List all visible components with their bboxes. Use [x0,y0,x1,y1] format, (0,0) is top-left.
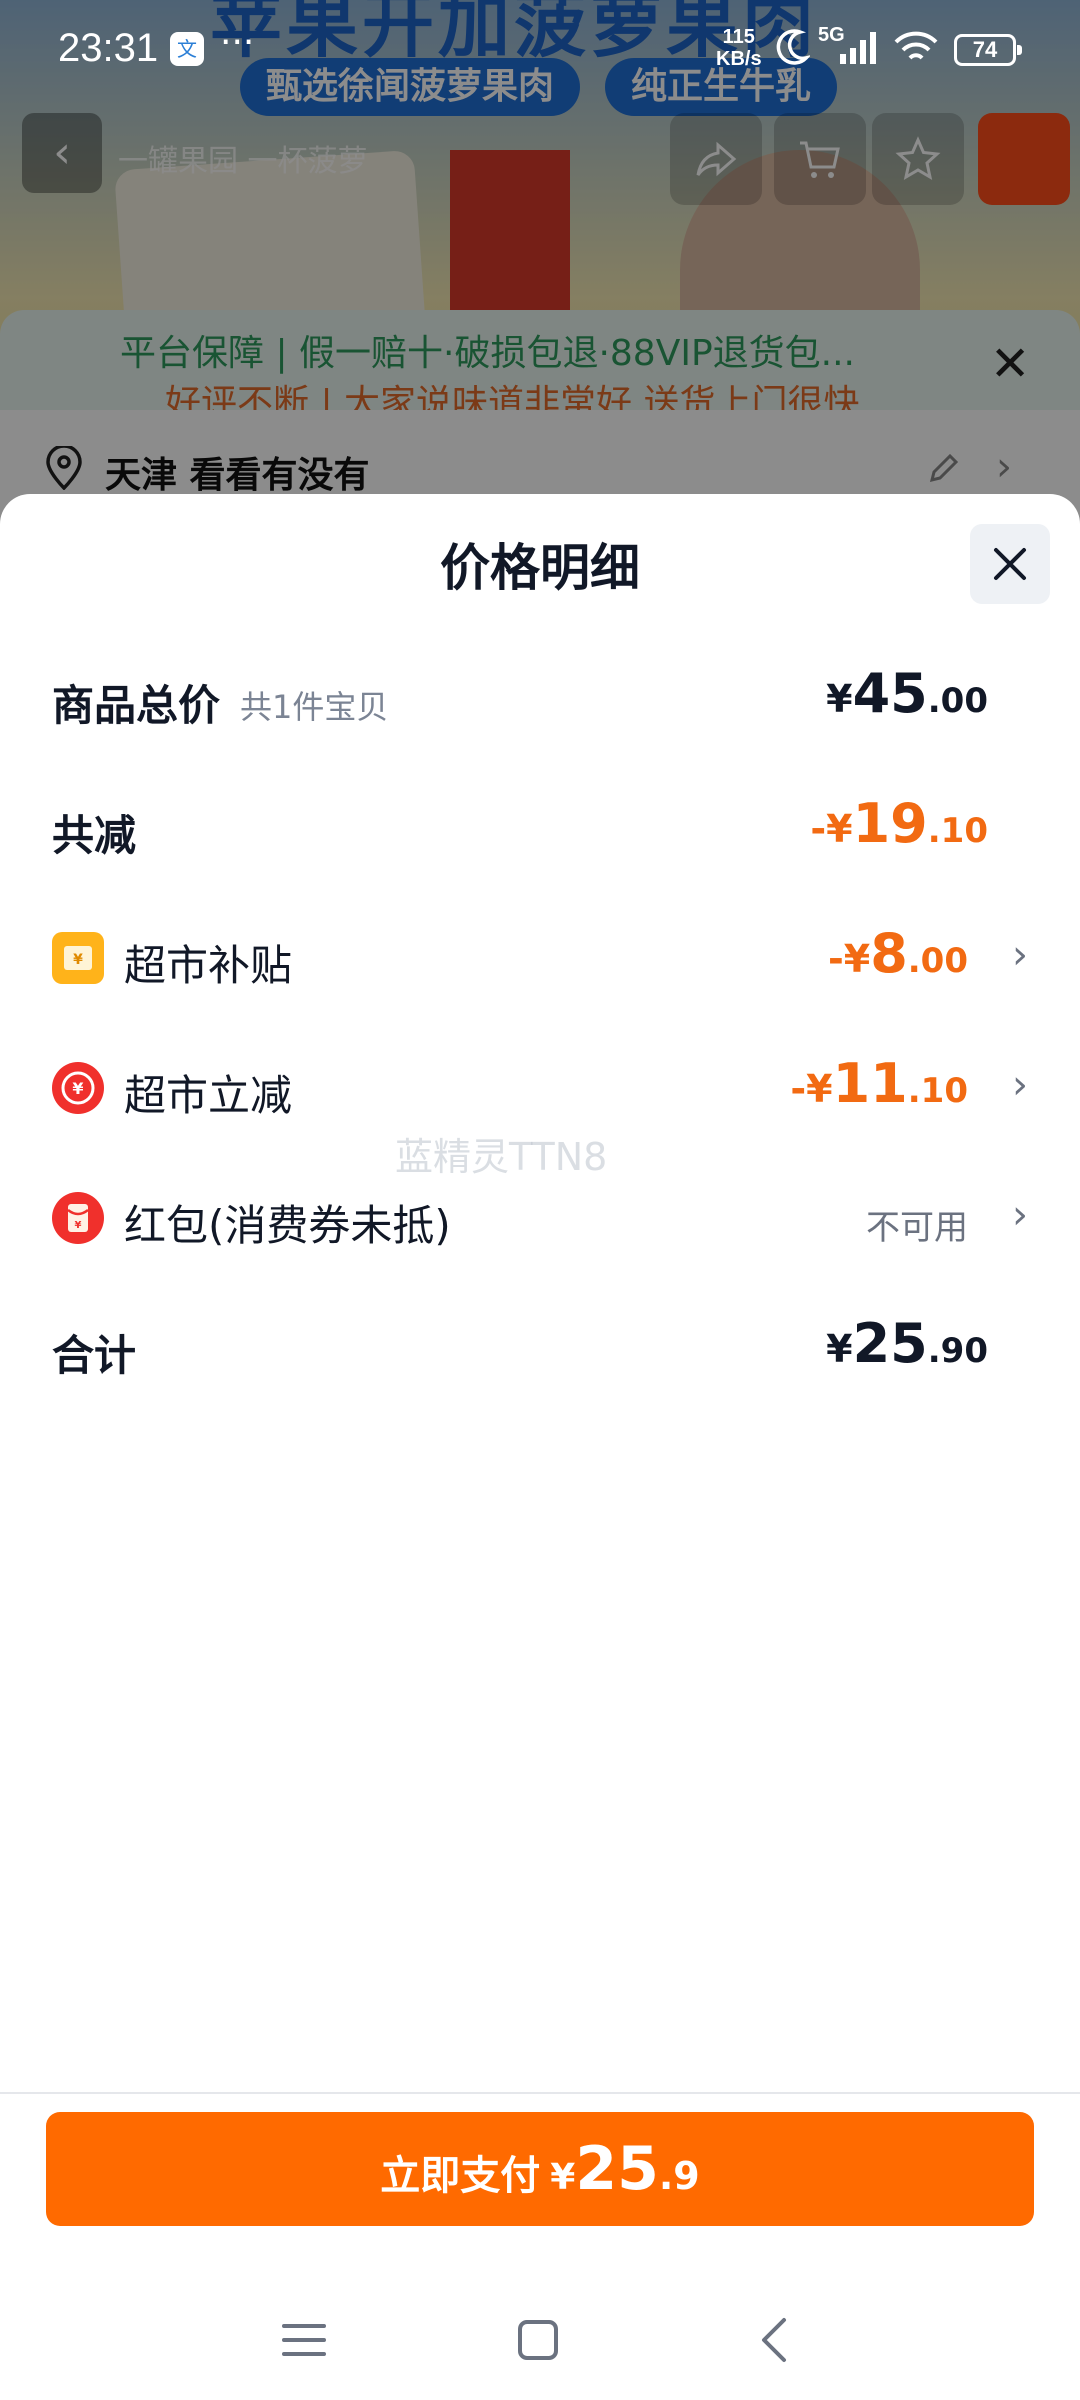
chevron-right-icon: › [1012,1062,1028,1108]
supermarket-subsidy-row[interactable]: ¥ 超市补贴 -¥8.00 › [52,918,1028,998]
discount-total-amount: -¥19.10 [810,792,988,855]
red-packet-row[interactable]: ¥ 红包(消费券未抵) 不可用 › [52,1178,1028,1258]
supermarket-instant-amount: -¥11.10 [790,1052,968,1115]
amount-decimal: .10 [907,1071,968,1111]
menu-icon[interactable] [274,2310,334,2370]
amount-decimal: .90 [927,1331,988,1371]
pay-button-label: 立即支付 [380,2153,541,2199]
chevron-right-icon: › [1012,1192,1028,1238]
total-amount: ¥25.90 [826,1312,988,1375]
item-count: 共1件宝贝 [240,688,389,726]
amount-decimal: .00 [907,941,968,981]
svg-text:¥: ¥ [72,1079,83,1098]
supermarket-subsidy-label: 超市补贴 [124,941,293,990]
discount-total-label: 共减 [52,811,137,860]
battery-indicator: 74 [954,34,1022,66]
subtotal-amount: ¥45.00 [826,662,988,725]
pay-now-button[interactable]: 立即支付 ¥25.9 [46,2112,1034,2226]
total-row: 合计 ¥25.90 [52,1308,1028,1388]
signal-icon [840,32,876,64]
network-speed-value: 115 [722,26,755,48]
watermark-text: 蓝精灵TTN8 [395,1135,608,1179]
currency-symbol: -¥ [827,937,871,981]
chevron-right-icon: › [1012,932,1028,978]
discount-total-row: 共减 -¥19.10 [52,788,1028,868]
close-icon [994,548,1026,580]
total-label: 合计 [52,1331,137,1380]
subtotal-label: 商品总价 [52,681,221,730]
footer-divider [0,2092,1080,2094]
pay-currency: ¥ [550,2157,576,2198]
currency-symbol: -¥ [810,807,853,851]
notification-app-icon: 文 [170,32,204,66]
sheet-title: 价格明细 [440,539,640,597]
red-packet-status: 不可用 [866,1208,968,1248]
system-nav-bar [0,2270,1080,2400]
network-speed-unit: KB/s [716,48,762,70]
more-notifications-indicator: ··· [220,22,255,63]
pay-amount-integer: 25 [575,2134,659,2204]
coupon-icon: ¥ [52,932,104,984]
amount-integer: 11 [832,1052,908,1115]
amount-decimal: .10 [927,811,988,851]
yuan-discount-icon: ¥ [52,1062,104,1114]
amount-decimal: .00 [927,681,988,721]
pay-amount-decimal: .9 [658,2154,700,2198]
home-icon[interactable] [508,2310,568,2370]
network-speed: 115 KB/s [716,26,762,70]
svg-text:¥: ¥ [73,952,83,968]
amount-integer: 19 [852,792,928,855]
red-packet-icon: ¥ [52,1192,104,1244]
subtotal-row: 商品总价 共1件宝贝 ¥45.00 [52,658,1028,738]
svg-text:¥: ¥ [75,1220,82,1231]
supermarket-subsidy-amount: -¥8.00 [828,922,968,985]
status-time: 23:31 [58,26,159,70]
amount-integer: 25 [852,1312,928,1375]
close-button[interactable] [970,524,1050,604]
status-bar: 23:31 文 ··· 115 KB/s 5G 74 [0,0,1080,100]
currency-symbol: ¥ [826,677,853,721]
amount-integer: 45 [852,662,928,725]
currency-symbol: -¥ [790,1067,833,1111]
amount-integer: 8 [870,922,908,985]
supermarket-instant-label: 超市立减 [124,1071,293,1120]
moon-icon [776,29,810,65]
red-packet-label: 红包(消费券未抵) [124,1201,451,1250]
supermarket-instant-row[interactable]: ¥ 超市立减 -¥11.10 › [52,1048,1028,1128]
currency-symbol: ¥ [826,1327,853,1371]
back-icon[interactable] [746,2310,806,2370]
wifi-icon [894,31,938,60]
